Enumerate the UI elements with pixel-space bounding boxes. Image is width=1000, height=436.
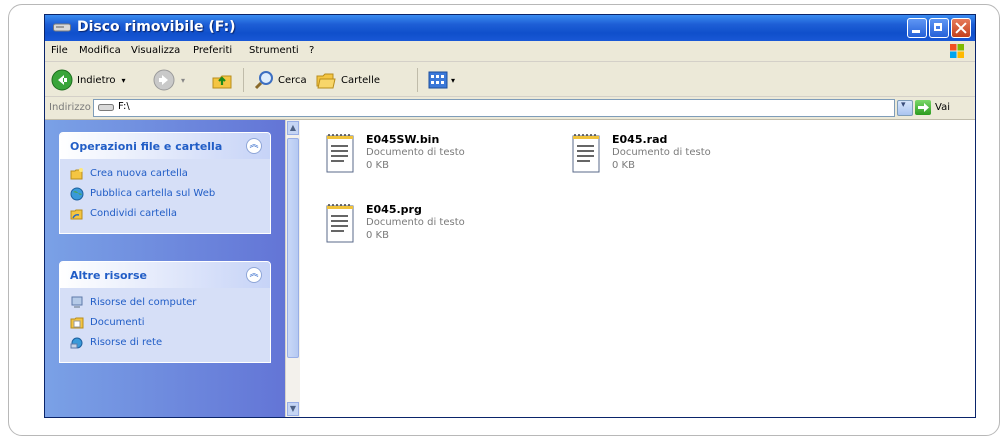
- task-share-folder[interactable]: Condividi cartella: [60, 205, 270, 225]
- file-item[interactable]: E045.rad Documento di testo 0 KB: [570, 130, 790, 186]
- text-document-icon: [326, 134, 354, 173]
- scroll-up-button[interactable]: ▲: [287, 121, 299, 135]
- menu-preferiti[interactable]: Preferiti: [193, 45, 232, 56]
- address-field[interactable]: F:\: [93, 99, 895, 117]
- search-label: Cerca: [278, 74, 307, 86]
- views-button[interactable]: ▾: [427, 69, 455, 91]
- place-documents[interactable]: Documenti: [60, 314, 270, 334]
- toolbar-separator-2: [417, 68, 418, 92]
- other-places-panel: Altre risorse ︽ Risorse del computer Doc…: [59, 261, 271, 363]
- documents-icon: [70, 317, 84, 329]
- new-folder-icon: [70, 168, 83, 180]
- title-bar[interactable]: Disco rimovibile (F:): [45, 15, 975, 41]
- collapse-icon[interactable]: ︽: [246, 138, 262, 154]
- forward-icon: [153, 69, 175, 91]
- toolbar-separator: [243, 68, 244, 92]
- menu-visualizza[interactable]: Visualizza: [131, 45, 180, 56]
- address-label: Indirizzo: [49, 102, 91, 113]
- file-tasks-panel: Operazioni file e cartella ︽ Crea nuova …: [59, 132, 271, 234]
- minimize-button[interactable]: [907, 18, 927, 38]
- file-size: 0 KB: [366, 160, 389, 171]
- window-title: Disco rimovibile (F:): [77, 19, 236, 35]
- forward-button[interactable]: ▾: [153, 69, 185, 91]
- other-places-title: Altre risorse: [70, 269, 147, 282]
- menu-help[interactable]: ?: [309, 45, 314, 56]
- collapse-icon[interactable]: ︽: [246, 267, 262, 283]
- go-icon: [918, 103, 929, 112]
- file-type: Documento di testo: [366, 147, 465, 158]
- menu-bar: File Modifica Visualizza Preferiti Strum…: [45, 41, 975, 62]
- other-places-header[interactable]: Altre risorse ︽: [60, 262, 270, 288]
- drive-icon: [53, 23, 71, 32]
- forward-dropdown-icon[interactable]: ▾: [181, 76, 185, 85]
- standard-toolbar: Indietro ▾ ▾ Cerca Cartelle ▾: [45, 62, 975, 97]
- search-icon: [254, 71, 273, 90]
- place-network[interactable]: Risorse di rete: [60, 334, 270, 354]
- place-label: Risorse del computer: [90, 297, 197, 308]
- back-icon: [51, 69, 73, 91]
- up-folder-button[interactable]: [211, 69, 233, 91]
- task-label: Condividi cartella: [90, 208, 178, 219]
- address-dropdown-button[interactable]: ▾: [897, 100, 913, 116]
- file-name: E045.rad: [612, 133, 668, 146]
- file-item[interactable]: E045SW.bin Documento di testo 0 KB: [324, 130, 544, 186]
- my-computer-icon: [71, 296, 83, 308]
- file-size: 0 KB: [366, 230, 389, 241]
- file-item[interactable]: E045.prg Documento di testo 0 KB: [324, 200, 544, 256]
- address-bar: Indirizzo F:\ ▾ Vai: [45, 97, 975, 120]
- back-button[interactable]: Indietro ▾: [51, 69, 126, 91]
- file-type: Documento di testo: [366, 217, 465, 228]
- network-icon: [70, 337, 83, 349]
- text-document-icon: [326, 204, 354, 243]
- place-label: Risorse di rete: [90, 337, 163, 348]
- windows-logo-icon: [950, 44, 964, 58]
- task-label: Crea nuova cartella: [90, 168, 188, 179]
- task-pane: Operazioni file e cartella ︽ Crea nuova …: [45, 120, 285, 417]
- file-name: E045SW.bin: [366, 133, 440, 146]
- explorer-window: Disco rimovibile (F:) File Modifica Visu…: [44, 14, 976, 418]
- task-pane-scrollbar[interactable]: ▲ ▼: [285, 120, 300, 417]
- folders-button[interactable]: Cartelle: [315, 69, 380, 91]
- scroll-thumb[interactable]: [287, 138, 299, 358]
- menu-modifica[interactable]: Modifica: [79, 45, 121, 56]
- back-dropdown-icon[interactable]: ▾: [122, 76, 126, 85]
- maximize-button[interactable]: [929, 18, 949, 38]
- place-my-computer[interactable]: Risorse del computer: [60, 294, 270, 314]
- chevron-down-icon: ▾: [901, 100, 906, 110]
- file-name: E045.prg: [366, 203, 422, 216]
- place-label: Documenti: [90, 317, 145, 328]
- back-label: Indietro: [77, 74, 116, 86]
- file-list: E045SW.bin Documento di testo 0 KB E045.…: [300, 120, 975, 417]
- views-icon: [428, 71, 448, 89]
- views-dropdown-icon[interactable]: ▾: [451, 76, 455, 85]
- go-button[interactable]: [915, 100, 931, 115]
- menu-strumenti[interactable]: Strumenti: [249, 45, 299, 56]
- task-label: Pubblica cartella sul Web: [90, 188, 216, 199]
- up-folder-icon: [212, 75, 232, 89]
- task-publish-web[interactable]: Pubblica cartella sul Web: [60, 185, 270, 205]
- file-tasks-header[interactable]: Operazioni file e cartella ︽: [60, 133, 270, 159]
- file-tasks-title: Operazioni file e cartella: [70, 140, 223, 153]
- search-button[interactable]: Cerca: [253, 69, 307, 91]
- share-folder-icon: [70, 209, 83, 220]
- go-label[interactable]: Vai: [935, 102, 950, 113]
- web-publish-icon: [70, 187, 84, 201]
- scroll-down-button[interactable]: ▼: [287, 402, 299, 416]
- file-type: Documento di testo: [612, 147, 711, 158]
- address-value: F:\: [118, 101, 130, 112]
- file-size: 0 KB: [612, 160, 635, 171]
- text-document-icon: [572, 134, 600, 173]
- folders-icon: [316, 73, 336, 89]
- menu-file[interactable]: File: [51, 45, 68, 56]
- folders-label: Cartelle: [341, 74, 381, 86]
- task-new-folder[interactable]: Crea nuova cartella: [60, 165, 270, 185]
- close-button[interactable]: [951, 18, 971, 38]
- drive-icon: [98, 104, 114, 111]
